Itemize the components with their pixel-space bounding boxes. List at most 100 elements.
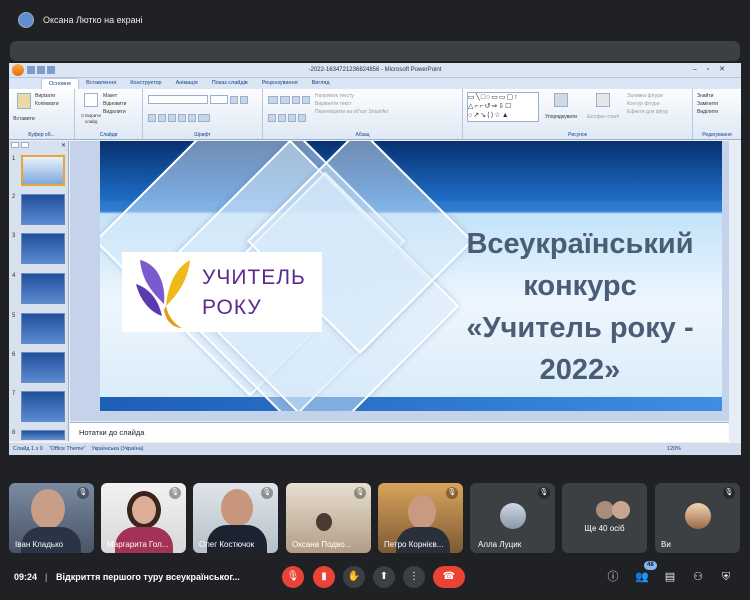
avatar (684, 503, 711, 529)
bold-icon[interactable] (148, 114, 156, 122)
justify-icon[interactable] (298, 114, 306, 122)
font-name-box[interactable] (148, 95, 208, 104)
text-direction-button[interactable]: Напрямок тексту (315, 92, 388, 100)
group-paragraph: Напрямок тексту Вирівняти текст Перетвор… (263, 89, 463, 139)
paste-label[interactable]: Вставити (13, 115, 35, 123)
time-separator: | (45, 572, 48, 582)
present-screen-icon[interactable]: ⬆ (373, 566, 395, 588)
presentation-header-strip (10, 41, 740, 61)
participant-tile[interactable]: 🎙 Алла Луцик (470, 483, 555, 553)
ppt-window-title: -2022-1634721236824856 - Microsoft Power… (308, 67, 442, 73)
self-tile[interactable]: 🎙 Ви (655, 483, 740, 553)
avatar (499, 503, 526, 529)
copy-button[interactable]: Копіювати (35, 100, 59, 108)
raise-hand-icon[interactable]: ✋ (343, 566, 365, 588)
tab-home[interactable]: Основне (41, 78, 80, 89)
participant-count-badge: 48 (644, 561, 657, 570)
participant-tile[interactable]: 🎙 Оксана Подво... (286, 483, 371, 553)
slide-thumbnail[interactable] (21, 313, 65, 344)
slide-number: 3 (12, 233, 16, 239)
more-options-icon[interactable]: ⋮ (403, 566, 425, 588)
notes-pane[interactable]: Нотатки до слайда (70, 422, 729, 442)
paste-icon[interactable] (17, 93, 31, 109)
slide-thumbnail[interactable] (21, 352, 65, 383)
new-slide-label[interactable]: Створити слайд (79, 113, 103, 125)
mic-off-icon: 🎙 (261, 487, 273, 499)
tab-insert[interactable]: Вставлення (79, 78, 123, 89)
quick-styles-icon[interactable] (596, 93, 610, 107)
indent-icon[interactable] (292, 96, 300, 104)
align-right-icon[interactable] (288, 114, 296, 122)
shape-outline-button[interactable]: Контур фігури (627, 100, 668, 108)
slide-number: 7 (12, 391, 16, 397)
outdent-icon[interactable] (302, 96, 310, 104)
tab-animation[interactable]: Анімація (169, 78, 205, 89)
panel-tabs[interactable]: ✕ (9, 141, 68, 149)
logo-text-line1: УЧИТЕЛЬ (202, 266, 306, 289)
info-icon[interactable]: ⓘ (605, 569, 621, 585)
align-left-icon[interactable] (268, 114, 276, 122)
more-participants-tile[interactable]: Ще 40 осіб (562, 483, 647, 553)
numbering-icon[interactable] (280, 96, 290, 104)
tab-slideshow[interactable]: Показ слайдів (205, 78, 255, 89)
italic-icon[interactable] (158, 114, 166, 122)
align-text-button[interactable]: Вирівняти текст (315, 100, 388, 108)
replace-button[interactable]: Замінити (697, 100, 737, 108)
host-controls-icon[interactable]: ⛨ (718, 569, 734, 585)
select-button[interactable]: Виділити (697, 108, 737, 116)
mic-off-icon: 🎙 (723, 487, 735, 499)
participant-name: Іван Кладько (15, 540, 64, 549)
camera-off-icon[interactable]: ▮ (313, 566, 335, 588)
tab-design[interactable]: Конструктор (123, 78, 168, 89)
shape-effects-button[interactable]: Ефекти для фігур (627, 108, 668, 116)
participant-tile[interactable]: 🎙 Олег Костючок (193, 483, 278, 553)
status-theme: "Office Theme" (48, 446, 86, 452)
participant-name: Алла Луцик (478, 540, 522, 549)
bullets-icon[interactable] (268, 96, 278, 104)
presenter-bar: Оксана Лютко на екрані (0, 0, 750, 40)
strike-icon[interactable] (178, 114, 186, 122)
shape-fill-button[interactable]: Заливка фігури (627, 92, 668, 100)
delete-button[interactable]: Видалити (103, 108, 126, 116)
people-icon[interactable]: 👥 (634, 569, 650, 585)
font-size-box[interactable] (210, 95, 228, 104)
mic-off-icon[interactable]: 🎙 (282, 566, 304, 588)
participant-tile[interactable]: 🎙 Петро Корнієв... (378, 483, 463, 553)
arrange-label[interactable]: Упорядкувати (543, 113, 579, 121)
shrink-font-icon[interactable] (240, 96, 248, 104)
editing-group-label: Редагування (702, 132, 732, 138)
end-call-button[interactable]: ☎ (433, 566, 465, 588)
new-slide-icon[interactable] (84, 93, 98, 107)
cut-button[interactable]: Вирізати (35, 92, 59, 100)
tab-review[interactable]: Рецензування (255, 78, 305, 89)
window-controls[interactable]: –▫✕ (693, 65, 735, 73)
find-button[interactable]: Знайти (697, 92, 737, 100)
slide-thumbnail[interactable] (21, 273, 65, 304)
chat-icon[interactable]: ▤ (662, 569, 678, 585)
slide-thumbnail[interactable] (21, 391, 65, 422)
quick-styles-label[interactable]: Експрес-стилі (583, 113, 623, 121)
status-language[interactable]: Українська (Україна) (91, 446, 143, 452)
slide-thumbnail[interactable] (21, 233, 65, 264)
participant-tile[interactable]: 🎙 Іван Кладько (9, 483, 94, 553)
underline-icon[interactable] (168, 114, 176, 122)
vertical-scrollbar[interactable] (729, 141, 741, 441)
grow-font-icon[interactable] (230, 96, 238, 104)
activities-icon[interactable]: ⚇ (690, 569, 706, 585)
shapes-gallery[interactable]: ▭╲□○▭▭▢↑ △⌐⌐↺⇒⇩☐ ○↗↘⟨⟩☆▲ (467, 92, 539, 122)
smartart-button[interactable]: Перетворити на об'єкт SmartArt (315, 108, 388, 116)
layout-button[interactable]: Макет (103, 92, 126, 100)
participant-tile[interactable]: 🎙 Маргарита Гол... (101, 483, 186, 553)
reset-button[interactable]: Відновити (103, 100, 126, 108)
align-center-icon[interactable] (278, 114, 286, 122)
slide-thumbnail[interactable] (21, 155, 65, 186)
arrange-icon[interactable] (554, 93, 568, 107)
tab-view[interactable]: Вигляд (305, 78, 337, 89)
slide-thumbnail[interactable] (21, 430, 65, 440)
status-zoom[interactable]: 120% (667, 446, 681, 452)
shadow-icon[interactable] (188, 114, 196, 122)
status-bar: Слайд 1 з 9 "Office Theme" Українська (У… (9, 443, 741, 455)
slide-thumbnail[interactable] (21, 194, 65, 225)
clock: 09:24 (14, 572, 38, 582)
font-color-icon[interactable] (198, 114, 210, 122)
